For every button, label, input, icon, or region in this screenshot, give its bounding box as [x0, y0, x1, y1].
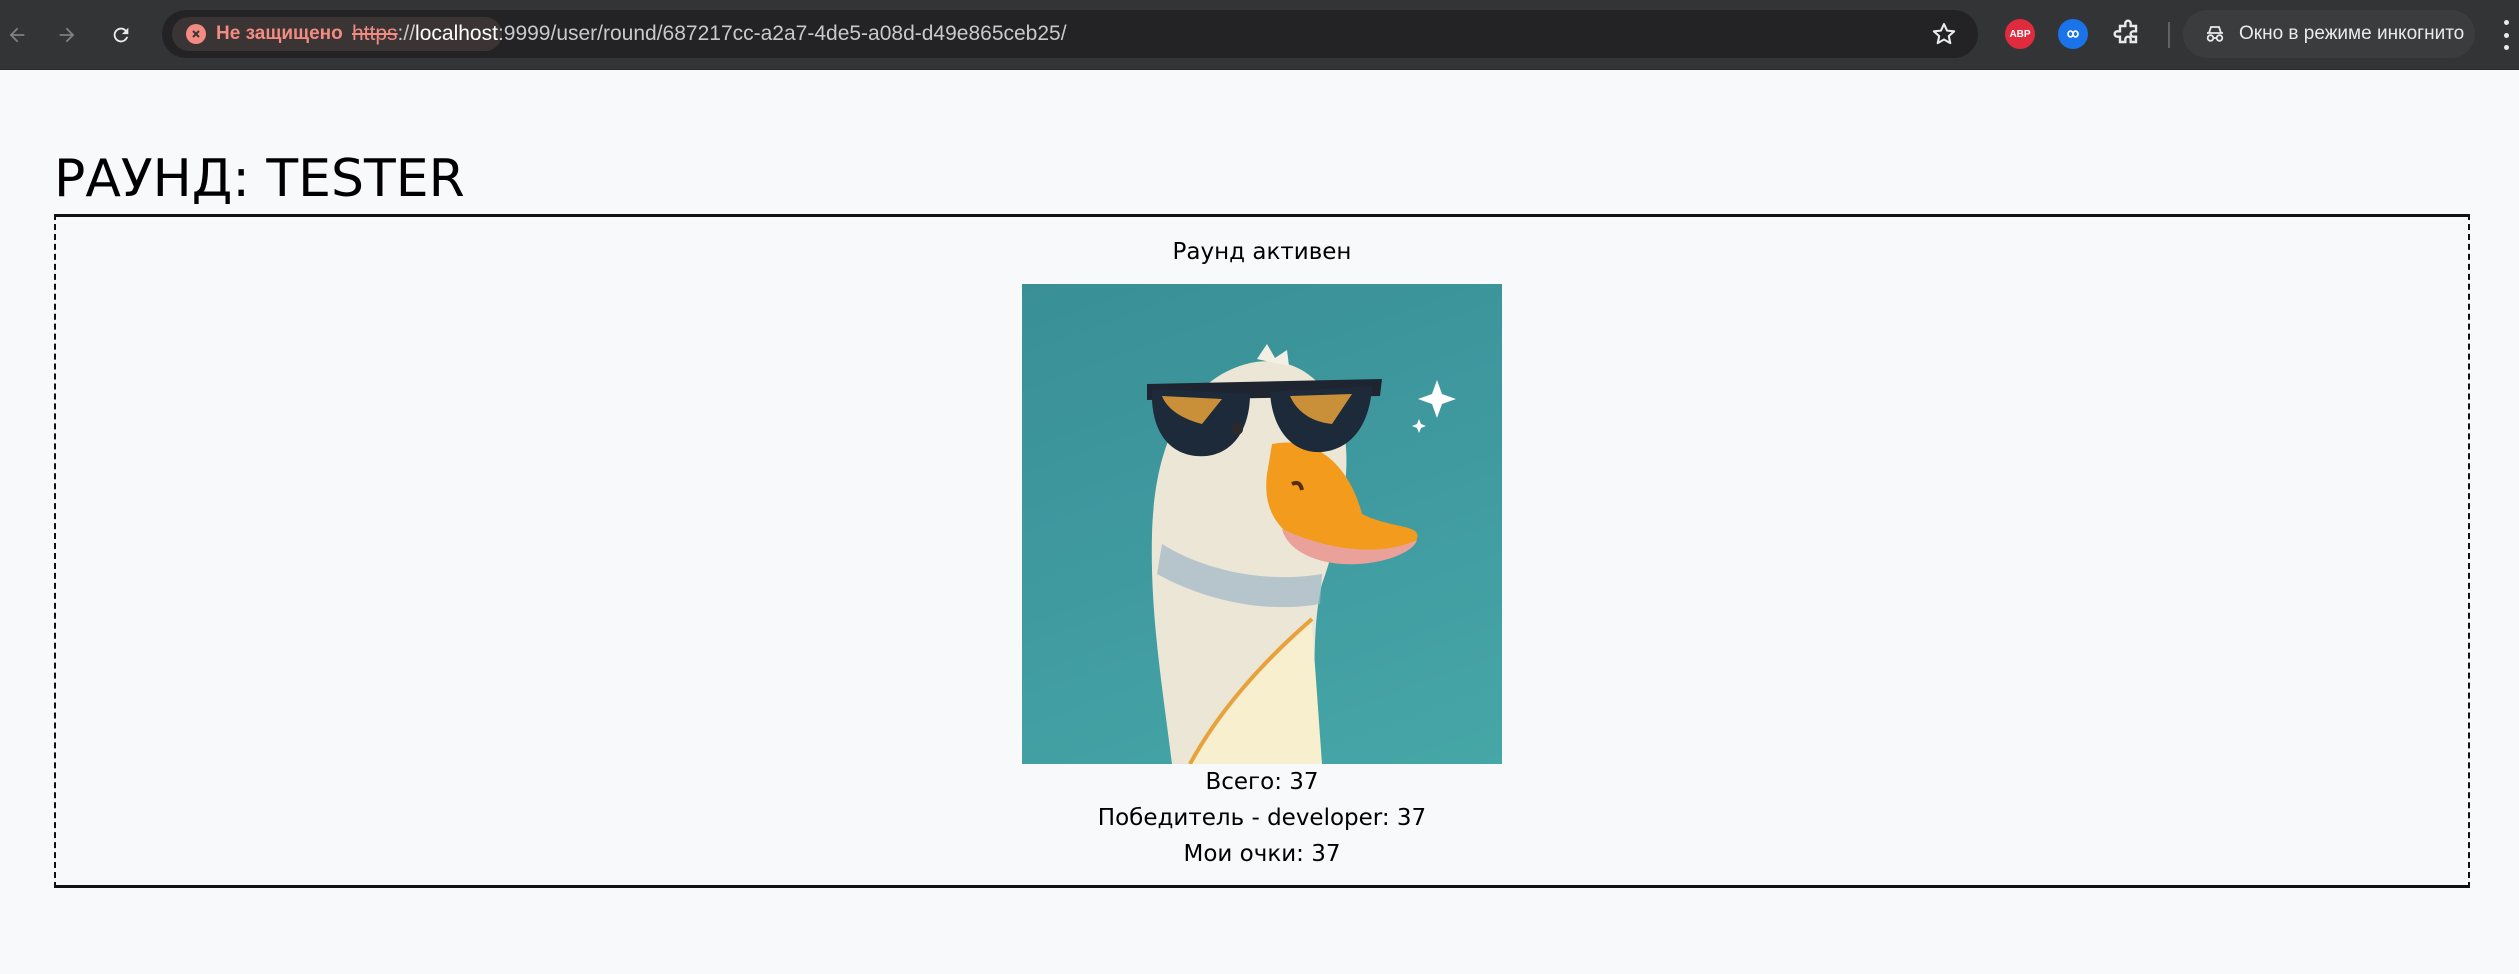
forward-arrow-icon: [59, 27, 75, 43]
duck-illustration: [1147, 344, 1456, 764]
round-panel: Раунд активен Всего: 37 Победитель - dev…: [54, 214, 2470, 888]
url-path: :9999/user/round/687217cc-a2a7-4de5-a08d…: [497, 22, 1067, 45]
reload-icon: [113, 27, 129, 43]
address-bar[interactable]: Не защищено https://localhost:9999/user/…: [162, 10, 1978, 58]
total-points: Всего: 37: [1205, 769, 1319, 795]
round-image: [1022, 284, 1502, 764]
bookmark-star-icon[interactable]: [1930, 20, 1958, 48]
not-secure-icon: [186, 24, 206, 44]
toolbar-divider: [2168, 22, 2170, 48]
incognito-button[interactable]: Окно в режиме инкогнито: [2183, 10, 2475, 58]
extensions-puzzle-icon[interactable]: [2112, 18, 2144, 50]
menu-kebab-icon[interactable]: [2500, 20, 2512, 50]
abp-label: ABP: [2009, 28, 2031, 40]
security-chip-label: Не защищено: [216, 23, 343, 44]
infinity-extension-icon[interactable]: [2058, 19, 2088, 49]
reload-button[interactable]: [104, 18, 138, 52]
url-scheme: https: [352, 22, 398, 45]
browser-toolbar: Не защищено https://localhost:9999/user/…: [0, 0, 2519, 70]
incognito-label: Окно в режиме инкогнито: [2239, 23, 2465, 44]
url-host: localhost: [415, 22, 498, 45]
incognito-icon: [2206, 26, 2224, 42]
page-title: РАУНД: TESTER: [54, 149, 465, 209]
winner-points: Победитель - developer: 37: [1097, 805, 1427, 831]
adblock-plus-icon[interactable]: ABP: [2005, 19, 2035, 49]
url-text[interactable]: https://localhost:9999/user/round/687217…: [352, 10, 1067, 58]
back-button[interactable]: [0, 18, 34, 52]
my-points: Мои очки: 37: [1183, 841, 1341, 867]
back-arrow-icon: [9, 27, 25, 43]
round-status: Раунд активен: [1172, 239, 1352, 265]
forward-button[interactable]: [50, 18, 84, 52]
url-separator: ://: [397, 22, 416, 45]
